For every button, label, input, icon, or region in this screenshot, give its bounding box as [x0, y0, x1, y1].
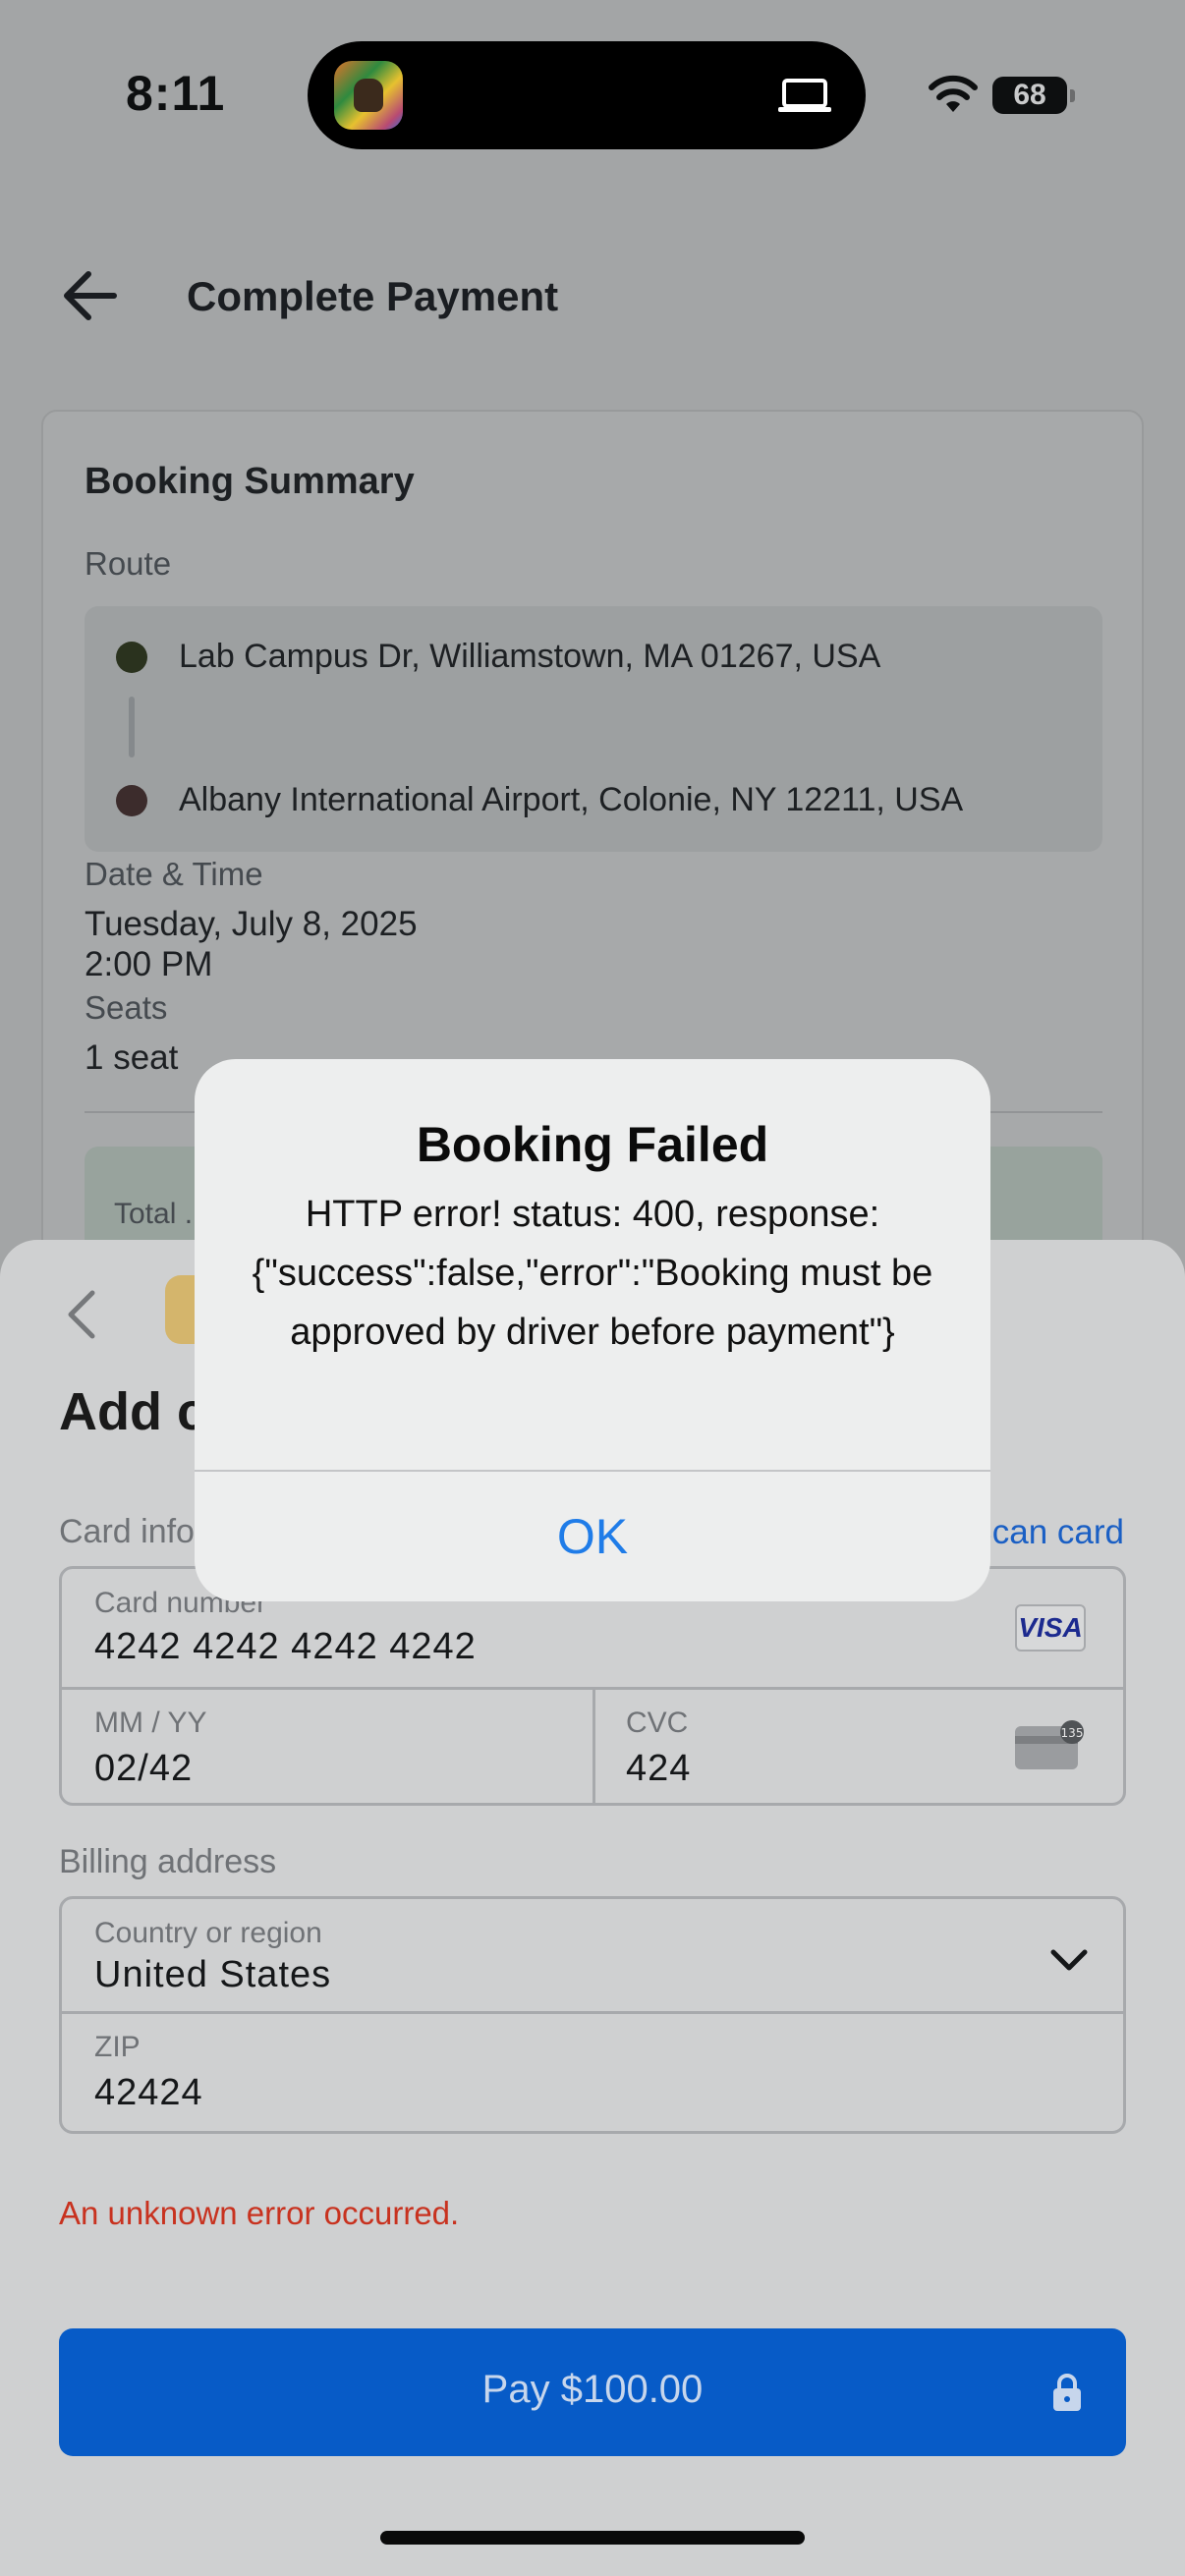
card-fields: Card number 4242 4242 4242 4242 VISA MM …	[59, 1566, 1126, 1806]
scan-card-link[interactable]: Scan card	[969, 1513, 1124, 1552]
country-label: Country or region	[94, 1917, 322, 1949]
datetime-label: Date & Time	[85, 856, 263, 892]
booking-failed-alert: Booking Failed HTTP error! status: 400, …	[195, 1059, 990, 1601]
zip-input[interactable]: 42424	[94, 2072, 203, 2114]
alert-message: HTTP error! status: 400, response: {"suc…	[252, 1194, 933, 1353]
app-icon	[334, 61, 403, 130]
seats-value: 1 seat	[85, 1038, 179, 1077]
dynamic-island	[308, 41, 866, 149]
back-arrow-icon[interactable]	[59, 265, 120, 326]
chevron-down-icon[interactable]	[1048, 1946, 1090, 1976]
route-connector	[129, 697, 135, 757]
booking-summary-title: Booking Summary	[85, 461, 415, 502]
home-indicator[interactable]	[380, 2531, 805, 2545]
field-divider	[592, 1689, 595, 1803]
laptop-icon	[778, 79, 831, 112]
error-message: An unknown error occurred.	[59, 2195, 460, 2231]
zip-label: ZIP	[94, 2031, 141, 2063]
status-time: 8:11	[126, 66, 226, 121]
card-number-input[interactable]: 4242 4242 4242 4242	[94, 1626, 477, 1668]
pay-button-label: Pay $100.00	[481, 2368, 704, 2411]
seats-label: Seats	[85, 989, 168, 1026]
origin-dot-icon	[116, 642, 147, 673]
ok-button[interactable]: OK	[195, 1472, 990, 1601]
country-select[interactable]: United States	[94, 1954, 331, 1996]
expiry-input[interactable]: 02/42	[94, 1748, 193, 1790]
destination-address: Albany International Airport, Colonie, N…	[179, 781, 964, 818]
cvc-label: CVC	[626, 1707, 689, 1739]
cvc-card-icon: 135	[1015, 1720, 1084, 1769]
route-label: Route	[85, 545, 172, 582]
chevron-left-icon[interactable]	[61, 1287, 102, 1342]
cvc-badge-text: 135	[1061, 1726, 1084, 1740]
billing-address-label: Billing address	[59, 1843, 277, 1880]
field-divider	[62, 2011, 1123, 2014]
pay-button[interactable]: Pay $100.00	[59, 2328, 1126, 2456]
origin-address: Lab Campus Dr, Williamstown, MA 01267, U…	[179, 638, 881, 675]
page-title: Complete Payment	[187, 273, 559, 319]
billing-fields: Country or region United States ZIP 4242…	[59, 1896, 1126, 2134]
wifi-icon	[929, 75, 978, 112]
route-box: Lab Campus Dr, Williamstown, MA 01267, U…	[85, 606, 1102, 852]
alert-title: Booking Failed	[416, 1117, 769, 1172]
cvc-input[interactable]: 424	[626, 1748, 691, 1790]
destination-dot-icon	[116, 785, 147, 816]
battery-indicator: 68	[992, 77, 1075, 114]
lock-icon	[1053, 2374, 1081, 2411]
booking-time: 2:00 PM	[85, 945, 213, 983]
visa-icon: VISA	[1015, 1604, 1086, 1652]
expiry-label: MM / YY	[94, 1707, 207, 1739]
booking-date: Tuesday, July 8, 2025	[85, 905, 418, 943]
